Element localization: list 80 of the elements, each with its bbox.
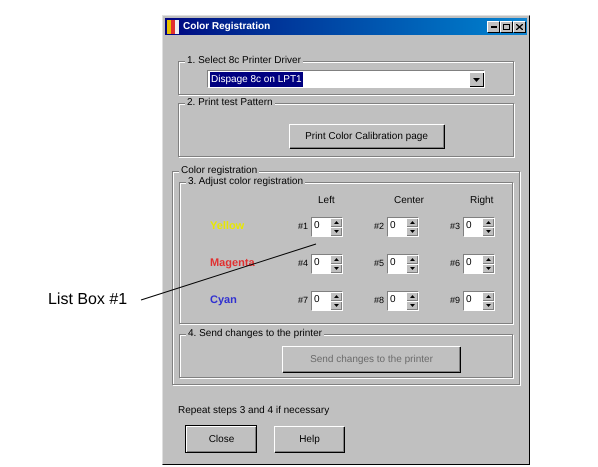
- up-arrow-icon: [486, 221, 491, 224]
- up-arrow-icon: [486, 295, 491, 298]
- spin-up-button[interactable]: [330, 218, 342, 226]
- group-title: 4. Send changes to the printer: [186, 328, 324, 340]
- maximize-icon: [503, 24, 510, 30]
- spin-box[interactable]: 0: [387, 216, 419, 236]
- spin-box[interactable]: 0: [463, 254, 495, 274]
- close-icon: [516, 24, 523, 30]
- column-heading: Right: [469, 194, 494, 208]
- column-heading: Left: [317, 194, 336, 208]
- minimize-icon: [490, 26, 496, 28]
- spinner-label: #6: [448, 256, 460, 270]
- spin-box[interactable]: 0: [311, 254, 343, 274]
- instruction-text: Repeat steps 3 and 4 if necessary: [178, 404, 330, 418]
- spin-up-button[interactable]: [482, 292, 494, 300]
- window-title: Color Registration: [183, 20, 272, 34]
- callout-label: List Box #1: [48, 290, 128, 310]
- down-arrow-icon: [410, 267, 415, 270]
- push-button[interactable]: Print Color Calibration page: [288, 124, 444, 148]
- spin-box[interactable]: 0: [311, 290, 343, 310]
- spinner-label: #5: [372, 256, 384, 270]
- color-name: Magenta: [210, 256, 256, 272]
- caret-icon: [473, 78, 480, 82]
- down-arrow-icon: [334, 304, 339, 307]
- spinner-label: #7: [296, 294, 308, 307]
- spin-up-button[interactable]: [406, 254, 418, 264]
- spinner-label: #2: [372, 220, 384, 233]
- color-name: Cyan: [210, 293, 238, 308]
- color-name: Yellow: [210, 219, 246, 234]
- spin-value: 0: [313, 218, 321, 232]
- close-button[interactable]: [513, 21, 525, 32]
- up-arrow-icon: [410, 221, 415, 224]
- spin-box[interactable]: 0: [387, 290, 419, 310]
- spin-up-button[interactable]: [330, 254, 342, 264]
- down-arrow-icon: [410, 230, 415, 233]
- down-arrow-icon: [410, 304, 415, 307]
- down-arrow-icon: [486, 304, 491, 307]
- spin-box[interactable]: 0: [463, 216, 495, 236]
- spinner-label: #9: [448, 294, 460, 307]
- up-arrow-icon: [334, 258, 339, 261]
- spinner-label: #8: [372, 294, 384, 307]
- down-arrow-icon: [334, 267, 339, 270]
- spin-box[interactable]: 0: [463, 290, 495, 310]
- column-heading: Center: [393, 194, 426, 208]
- group-title: 3. Adjust color registration: [186, 176, 306, 188]
- push-button[interactable]: Close: [186, 426, 256, 452]
- spin-value: 0: [465, 256, 473, 270]
- up-arrow-icon: [334, 221, 339, 224]
- driver-dropdown[interactable]: Dispage 8c on LPT1: [207, 70, 485, 88]
- spin-value: 0: [465, 292, 473, 306]
- spin-up-button[interactable]: [482, 254, 494, 264]
- spinner-label: #4: [296, 256, 308, 270]
- maximize-button[interactable]: [500, 21, 512, 32]
- up-arrow-icon: [334, 295, 339, 298]
- up-arrow-icon: [410, 295, 415, 298]
- spin-value: 0: [313, 292, 321, 306]
- app-icon: [167, 20, 179, 34]
- spin-value: 0: [389, 256, 397, 270]
- spin-up-button[interactable]: [406, 218, 418, 226]
- spinner-label: #1: [296, 220, 308, 233]
- spinner-label: #3: [448, 220, 460, 233]
- up-arrow-icon: [486, 258, 491, 261]
- group-title: Color registration: [179, 165, 260, 177]
- spin-up-button[interactable]: [330, 292, 342, 300]
- spin-up-button[interactable]: [406, 292, 418, 300]
- minimize-button[interactable]: [487, 21, 499, 32]
- dropdown-arrow-button[interactable]: [469, 72, 483, 86]
- spin-up-button[interactable]: [482, 218, 494, 226]
- spin-value: 0: [313, 256, 321, 270]
- down-arrow-icon: [486, 230, 491, 233]
- dropdown-value: Dispage 8c on LPT1: [210, 72, 303, 86]
- push-button[interactable]: Help: [274, 426, 344, 452]
- spin-value: 0: [389, 292, 397, 306]
- up-arrow-icon: [410, 258, 415, 261]
- spin-box[interactable]: 0: [387, 254, 419, 274]
- down-arrow-icon: [486, 267, 491, 270]
- spin-box[interactable]: 0: [311, 216, 343, 236]
- down-arrow-icon: [334, 230, 339, 233]
- spin-value: 0: [389, 218, 397, 232]
- spin-value: 0: [465, 218, 473, 232]
